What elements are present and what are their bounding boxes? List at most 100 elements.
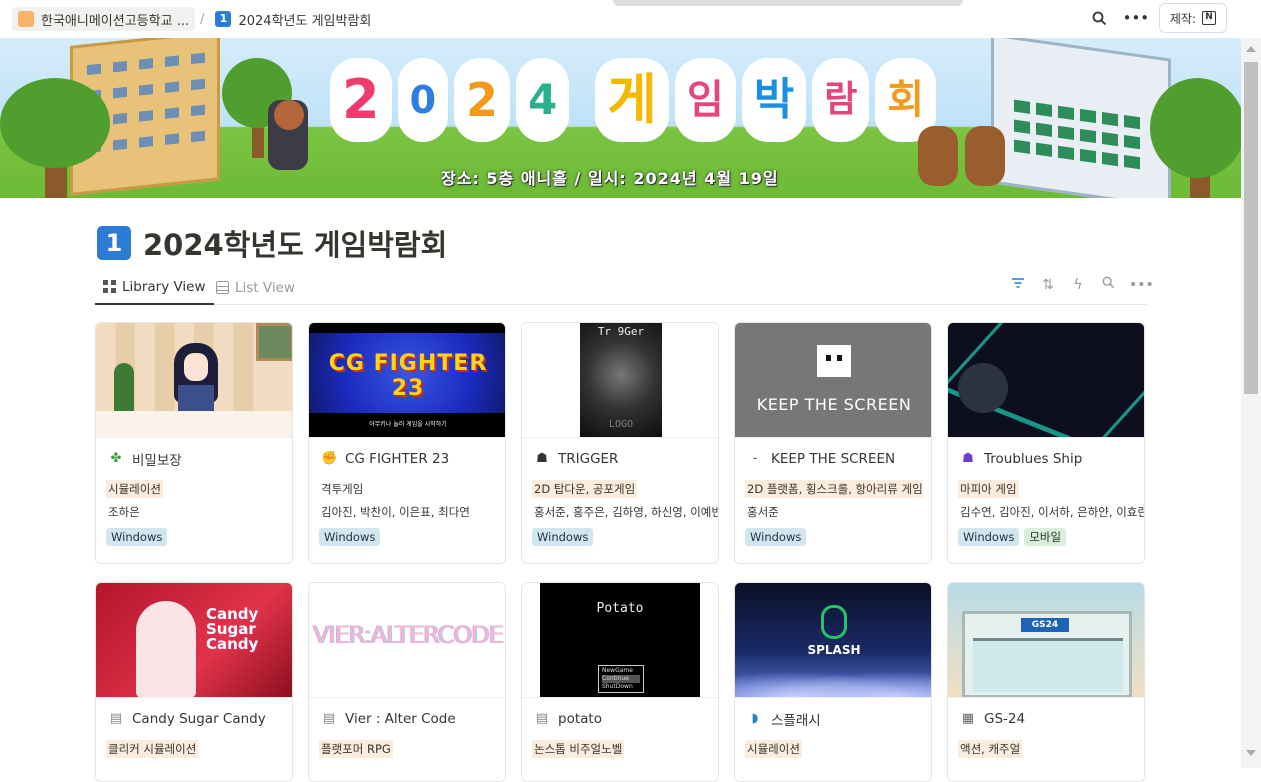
scroll-down-icon[interactable] <box>1246 750 1256 756</box>
card-title-text: TRIGGER <box>558 451 619 467</box>
top-overlay-bar <box>613 0 963 6</box>
filter-icon[interactable] <box>1009 276 1027 294</box>
cover-title: GS24 <box>1021 618 1069 632</box>
card-title: - KEEP THE SCREEN <box>735 450 931 468</box>
card-cover-image: Potato NewGame Continue ShutDown <box>522 583 718 698</box>
table-list-icon <box>216 281 229 294</box>
gallery-card[interactable]: GS24 ▦ GS-24 액션, 캐주얼 <box>947 582 1145 782</box>
cover-hint: 아무키나 눌러 게임을 시작하기 <box>369 421 447 428</box>
cover-store-window <box>973 638 1123 692</box>
gallery-card[interactable]: KEEP THE SCREEN - KEEP THE SCREEN 2D 플랫폼,… <box>734 322 932 564</box>
cover-banner: 2 0 2 4 게 임 박 람 회 장소: 5층 애니홀 / 일시: 2024년… <box>0 38 1241 198</box>
card-title-text: Troublues Ship <box>984 451 1083 467</box>
cover-title: VIER:ALTERCODE <box>313 621 504 649</box>
cover-title: CG FIGHTER 23 <box>328 351 488 401</box>
gallery-card[interactable]: CG FIGHTER 23 아무키나 눌러 게임을 시작하기 ✊ CG FIGHT… <box>308 322 506 564</box>
desk-picture <box>96 411 292 437</box>
card-title-text: CG FIGHTER 23 <box>345 451 450 467</box>
banner-title-char: 게 <box>595 58 669 142</box>
card-cover-image <box>96 323 292 438</box>
platform-tags: Windows <box>309 528 505 548</box>
cover-menu-item: NewGame <box>602 667 633 674</box>
banner-subtitle: 장소: 5층 애니홀 / 일시: 2024년 4월 19일 <box>441 169 779 188</box>
number-one-icon: 1 <box>215 11 232 27</box>
card-title: ☗ Troublues Ship <box>948 450 1144 468</box>
platform-tag: Windows <box>958 528 1020 546</box>
banner-title-char: 2 <box>330 58 392 142</box>
card-cover-image: CG FIGHTER 23 아무키나 눌러 게임을 시작하기 <box>309 323 505 438</box>
vertical-scrollbar[interactable] <box>1241 38 1261 768</box>
scroll-up-icon[interactable] <box>1246 46 1256 52</box>
scrollbar-thumb[interactable] <box>1244 62 1258 394</box>
automation-lightning-icon[interactable]: ϟ <box>1069 276 1087 294</box>
tab-library-view[interactable]: Library View <box>95 270 214 305</box>
gallery-card[interactable]: Tr 9Ger LOGO ☗ TRIGGER 2D 탑다운, 공포게임 홍서준, … <box>521 322 719 564</box>
gamepad-icon: ☗ <box>536 451 548 466</box>
genre-tag: 클리커 시뮬레이션 <box>106 740 199 758</box>
card-title-text: 비밀보장 <box>132 453 182 468</box>
card-cover-image: VIER:ALTERCODE <box>309 583 505 698</box>
genre-tag: 시뮬레이션 <box>745 740 802 758</box>
cover-logo <box>821 605 847 639</box>
tab-label: Library View <box>122 278 206 295</box>
window-picture <box>256 323 292 361</box>
banner-title-char: 0 <box>397 58 449 142</box>
breadcrumb-workspace[interactable]: 한국애니메이션고등학교 ... <box>12 7 196 31</box>
search-icon[interactable] <box>1099 276 1117 294</box>
cover-figure <box>958 363 1008 413</box>
platform-tag: Windows <box>106 528 168 546</box>
card-title: ▤ potato <box>522 710 718 728</box>
card-title-text: 스플래시 <box>771 713 821 728</box>
sort-icon[interactable]: ⇅ <box>1039 276 1057 294</box>
search-icon[interactable] <box>1087 5 1113 31</box>
gallery-card[interactable]: SPLASH ◗ 스플래시 시뮬레이션 <box>734 582 932 782</box>
cover-splash-wave <box>735 667 931 697</box>
cover-subtitle: LOGO <box>608 419 634 430</box>
card-cover-image: KEEP THE SCREEN <box>735 323 931 438</box>
card-members: 김수연, 김아진, 이서하, 은하얀, 이효린 <box>960 505 1144 519</box>
platform-tags: Windows <box>735 528 931 548</box>
made-with-label: 제작: <box>1169 11 1196 26</box>
page-icon: ▤ <box>322 711 336 726</box>
card-title-text: Candy Sugar Candy <box>132 711 266 727</box>
more-options-icon[interactable]: ••• <box>1123 5 1150 31</box>
platform-tags: Windows <box>522 528 718 548</box>
card-members: 김아진, 박찬이, 이은표, 최다연 <box>321 505 470 519</box>
notion-logo-icon: N <box>1202 11 1216 25</box>
gallery-card[interactable]: ✤ 비밀보장 시뮬레이션 조하은 Windows <box>95 322 293 564</box>
more-options-icon[interactable]: ••• <box>1129 276 1154 294</box>
gallery-card[interactable]: VIER:ALTERCODE ▤ Vier : Alter Code 플랫포머 R… <box>308 582 506 782</box>
cover-portrait: Tr 9Ger LOGO <box>580 323 662 437</box>
breadcrumb-page[interactable]: 1 2024학년도 게임박람회 <box>209 7 377 31</box>
cover-title: Tr 9Ger <box>597 325 645 338</box>
alien-icon: ☗ <box>962 451 974 466</box>
gallery-grid-icon <box>103 280 116 293</box>
gallery-card[interactable]: ☗ Troublues Ship 마피아 게임 김수연, 김아진, 이서하, 은하… <box>947 322 1145 564</box>
card-title: ▤ Candy Sugar Candy <box>96 710 292 728</box>
cover-menu: NewGame Continue ShutDown <box>598 665 644 693</box>
card-title: ◗ 스플래시 <box>735 710 931 728</box>
card-title-text: Vier : Alter Code <box>345 711 456 727</box>
gallery-card[interactable]: Potato NewGame Continue ShutDown ▤ potato… <box>521 582 719 782</box>
card-title-text: KEEP THE SCREEN <box>771 451 896 467</box>
card-cover-image: GS24 <box>948 583 1144 698</box>
tree-right <box>1150 78 1241 178</box>
genre-tag: 논스톱 비주얼노벨 <box>532 740 625 758</box>
card-cover-image <box>948 323 1144 438</box>
dash-icon: - <box>752 451 758 466</box>
genre-tag: 격투게임 <box>321 482 364 496</box>
tab-list-view[interactable]: List View <box>208 270 303 305</box>
gallery-card[interactable]: Candy Sugar Candy ▤ Candy Sugar Candy 클리커… <box>95 582 293 782</box>
wave-icon: ◗ <box>751 711 759 726</box>
view-toolbar: ⇅ ϟ ••• <box>1009 276 1154 294</box>
character-head <box>274 100 304 130</box>
number-one-icon[interactable]: 1 <box>97 226 131 260</box>
cover-title: SPLASH <box>807 643 861 657</box>
breadcrumb-page-label: 2024학년도 게임박람회 <box>238 13 372 29</box>
cover-menu-item: ShutDown <box>602 683 633 690</box>
banner-title-char: 람 <box>812 58 870 142</box>
card-title: ▦ GS-24 <box>948 710 1144 728</box>
page-title-text: 2024학년도 게임박람회 <box>143 228 448 262</box>
made-with-notion-button[interactable]: 제작: N <box>1158 3 1227 33</box>
breadcrumb-workspace-label: 한국애니메이션고등학교 ... <box>41 13 190 29</box>
